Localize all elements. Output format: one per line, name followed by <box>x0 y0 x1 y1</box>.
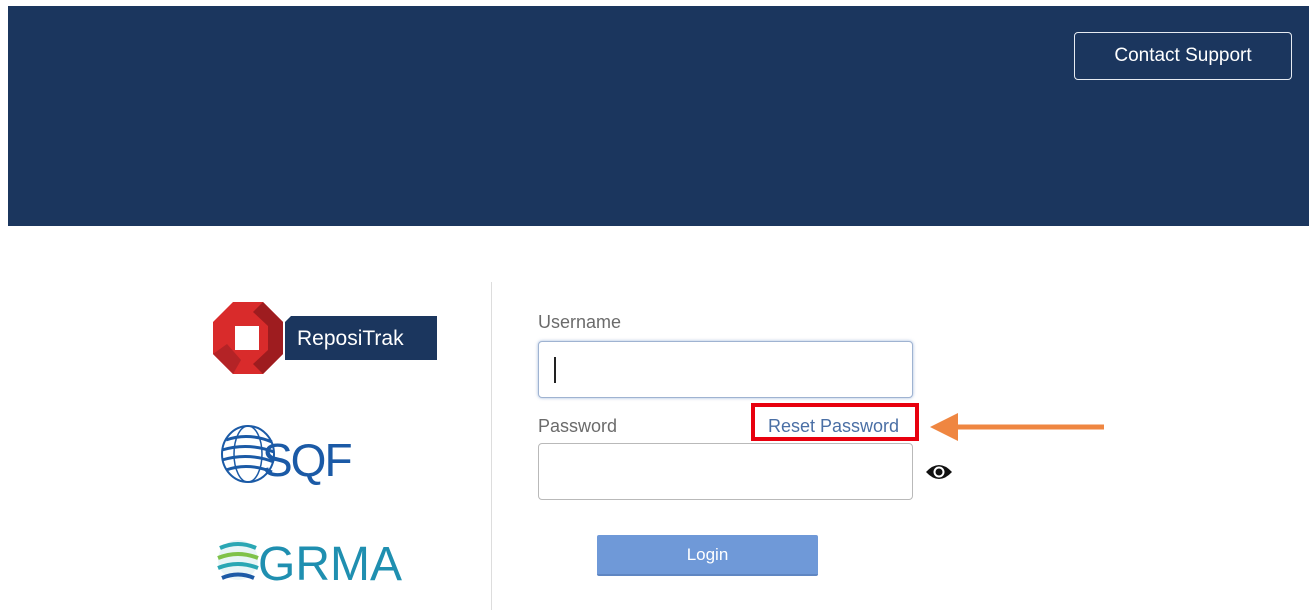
grma-logo: GRMA <box>217 538 402 590</box>
login-page: Contact Support ReposiTrak SQF GRMA User… <box>0 0 1309 610</box>
repositrak-logo: ReposiTrak <box>213 302 437 374</box>
sqf-logo: SQF <box>221 425 353 486</box>
username-label: Username <box>538 312 622 332</box>
sqf-logo-text: SQF <box>262 434 351 486</box>
username-input[interactable] <box>538 341 913 398</box>
eye-icon[interactable] <box>925 462 953 482</box>
contact-support-button[interactable]: Contact Support <box>1074 32 1292 80</box>
reset-password-highlight <box>751 403 919 441</box>
grma-logo-text: GRMA <box>258 538 402 590</box>
orange-arrow-annotation <box>930 413 1104 441</box>
login-button[interactable]: Login <box>597 535 818 576</box>
repositrak-logo-text: ReposiTrak <box>297 327 404 350</box>
password-input[interactable] <box>538 443 913 500</box>
vertical-divider <box>491 282 492 610</box>
password-label: Password <box>538 416 618 436</box>
text-caret <box>554 357 556 383</box>
